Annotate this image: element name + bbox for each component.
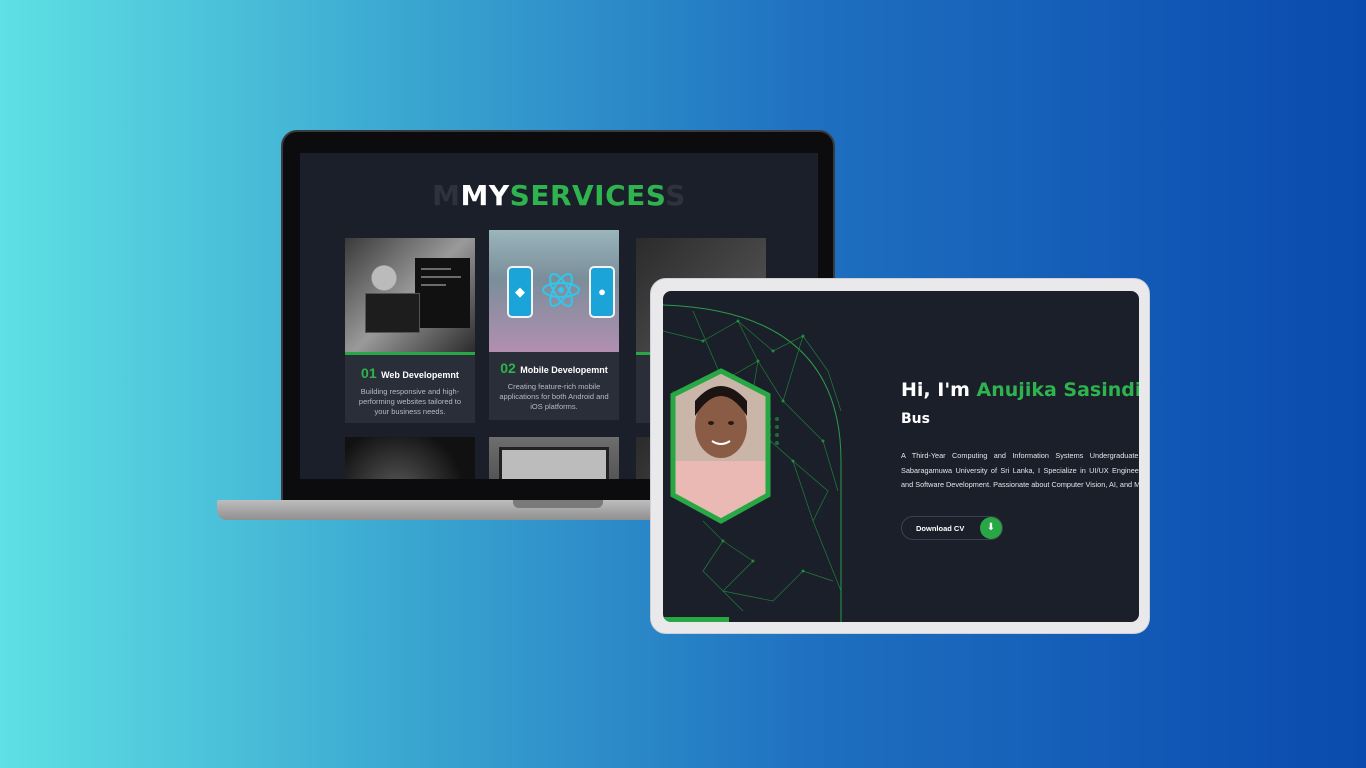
card-title: Web Developemnt	[381, 370, 459, 380]
card-number: 01	[361, 365, 377, 381]
card-title: Mobile Developemnt	[520, 365, 608, 375]
hero-name: Anujika Sasindi	[976, 379, 1139, 401]
service-card-4[interactable]	[345, 437, 475, 479]
service-card-web[interactable]: 01 Web Developemnt Building responsive a…	[345, 238, 475, 423]
studio-image	[489, 437, 619, 479]
hero-heading: Hi, I'm Anujika Sasindi	[901, 379, 1139, 401]
card-description: Creating feature-rich mobile application…	[499, 382, 609, 411]
ai-image	[345, 437, 475, 479]
profile-photo	[673, 371, 768, 521]
progress-bar	[663, 617, 729, 622]
mobile-dev-image: ◆ ●	[489, 230, 619, 352]
laptop-notch	[513, 500, 603, 508]
hero-page: Hi, I'm Anujika Sasindi Bus A Third-Year…	[663, 291, 1139, 622]
hero-surname: Bus	[901, 411, 930, 427]
download-cv-button[interactable]: Download CV ⬇	[901, 516, 1003, 540]
card-description: Building responsive and high-performing …	[358, 387, 462, 416]
card-number: 02	[500, 360, 516, 376]
download-icon: ⬇	[980, 517, 1002, 539]
services-title: MMYSERVICESS	[432, 179, 686, 212]
tablet-mockup: Hi, I'm Anujika Sasindi Bus A Third-Year…	[650, 278, 1150, 634]
hero-description: A Third-Year Computing and Information S…	[901, 451, 1139, 489]
download-cv-label: Download CV	[916, 524, 965, 533]
android-icon: ◆	[515, 284, 525, 299]
service-card-mobile[interactable]: ◆ ● 02 Mobile Developemnt Creating featu…	[489, 230, 619, 420]
network-graphic	[663, 304, 842, 622]
service-card-5[interactable]	[489, 437, 619, 479]
web-dev-image	[345, 238, 475, 352]
apple-icon: ●	[598, 284, 606, 299]
react-icon	[542, 273, 580, 307]
